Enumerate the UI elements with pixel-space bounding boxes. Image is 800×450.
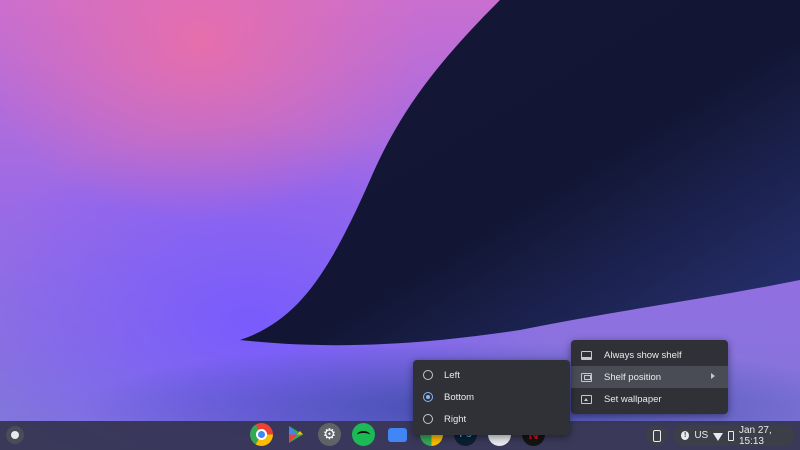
submenu-item-label: Bottom — [444, 391, 475, 403]
wifi-icon — [713, 432, 724, 441]
chrome-icon[interactable] — [250, 423, 273, 446]
submenu-item-right[interactable]: Right — [413, 408, 570, 430]
spotify-icon[interactable] — [352, 423, 375, 446]
menu-item-label: Set wallpaper — [604, 393, 662, 405]
phone-icon — [653, 429, 661, 442]
menu-item-label: Always show shelf — [604, 349, 682, 361]
shelf-position-submenu: Left Bottom Right — [413, 360, 570, 435]
submenu-item-bottom[interactable]: Bottom — [413, 386, 570, 408]
radio-right[interactable] — [423, 414, 433, 424]
radio-bottom[interactable] — [423, 392, 433, 402]
launcher-icon — [11, 431, 19, 439]
battery-icon — [728, 430, 734, 441]
radio-left[interactable] — [423, 370, 433, 380]
play-store-icon[interactable] — [284, 423, 307, 446]
submenu-item-left[interactable]: Left — [413, 364, 570, 386]
menu-item-shelf-position[interactable]: Shelf position — [571, 366, 728, 388]
wallpaper-icon — [581, 394, 592, 404]
shelf-icon — [581, 350, 592, 360]
date-time: Jan 27, 15:13 — [738, 424, 772, 447]
keyboard-layout: US — [694, 430, 709, 441]
shelf-position-icon — [581, 372, 592, 382]
menu-item-set-wallpaper[interactable]: Set wallpaper — [571, 388, 728, 410]
info-icon: ! — [681, 431, 690, 440]
settings-icon[interactable] — [318, 423, 341, 446]
status-tray[interactable]: ! US Jan 27, 15:13 — [673, 424, 795, 447]
submenu-item-label: Right — [444, 413, 467, 425]
submenu-arrow-icon — [711, 373, 715, 379]
menu-item-label: Shelf position — [604, 371, 662, 383]
launcher-button[interactable] — [6, 426, 24, 444]
menu-item-always-show-shelf[interactable]: Always show shelf — [571, 344, 728, 366]
submenu-item-label: Left — [444, 369, 460, 381]
phone-hub-button[interactable] — [646, 425, 668, 446]
shelf-context-menu: Always show shelf Shelf position Set wal… — [571, 340, 728, 414]
files-icon[interactable] — [386, 423, 409, 446]
